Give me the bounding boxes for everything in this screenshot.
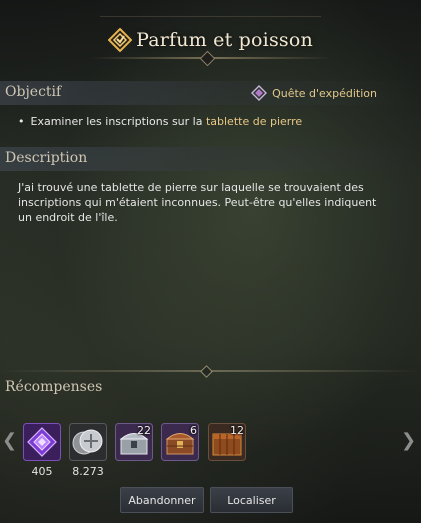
reward-item-treasure-box[interactable]: 12 (208, 423, 246, 461)
bullet: • (18, 115, 25, 128)
reward-value-silver: 8.273 (72, 465, 104, 478)
reward-value-gem: 405 (31, 465, 53, 478)
reward-quantity: 22 (137, 424, 151, 437)
objective-item: • Examiner les inscriptions sur la tablet… (18, 115, 302, 128)
silver-coin-icon (69, 423, 107, 461)
objective-label: Objectif (5, 84, 62, 100)
objective-header: Objectif Quête d'expédition (0, 81, 421, 105)
quest-panel: Parfum et poisson Objectif Quête d'expéd… (0, 0, 421, 523)
quest-title: Parfum et poisson (136, 29, 313, 51)
expedition-icon (251, 85, 268, 101)
quest-type-label: Quête d'expédition (272, 86, 377, 100)
reward-quantity: 6 (190, 424, 197, 437)
quest-diamond-icon (107, 27, 133, 53)
locate-button[interactable]: Localiser (210, 487, 293, 513)
description-label: Description (5, 150, 88, 166)
rewards-label: Récompenses (5, 379, 103, 395)
rewards-prev-arrow[interactable]: ❮ (2, 432, 17, 450)
reward-item-silver[interactable] (69, 423, 107, 461)
reward-quantity: 12 (230, 424, 244, 437)
objective-text: Examiner les inscriptions sur la (30, 115, 206, 128)
description-header: Description (0, 147, 421, 171)
description-text: J'ai trouvé une tablette de pierre sur l… (18, 181, 377, 224)
reward-item-purple-gem[interactable] (23, 423, 61, 461)
quest-title-row: Parfum et poisson (0, 26, 421, 54)
rewards-divider-ornament (200, 365, 213, 378)
reward-item-silver-chest[interactable]: 22 (115, 423, 153, 461)
abandon-button[interactable]: Abandonner (120, 487, 204, 513)
reward-item-wooden-chest[interactable]: 6 (161, 423, 199, 461)
header-ornament (100, 6, 321, 17)
quest-header: Parfum et poisson (0, 0, 421, 74)
rewards-next-arrow[interactable]: ❯ (401, 432, 416, 450)
objective-target-link[interactable]: tablette de pierre (206, 115, 302, 128)
purple-gem-icon (23, 423, 61, 461)
quest-type: Quête d'expédition (251, 85, 377, 101)
